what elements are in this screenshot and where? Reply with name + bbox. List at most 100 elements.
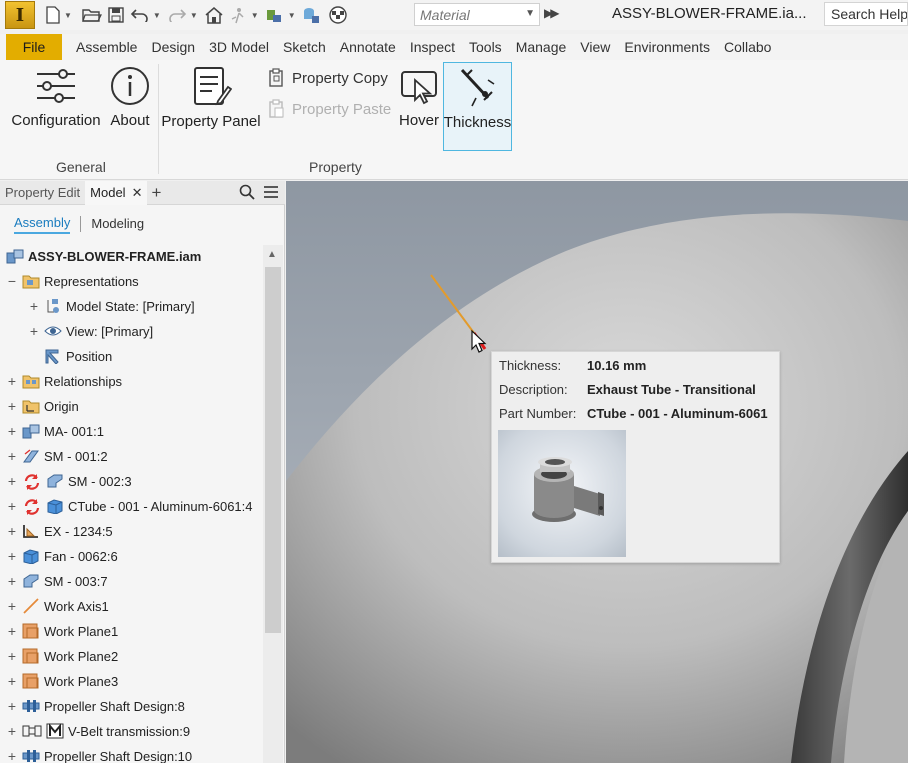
tree-node-label: Work Plane2 <box>44 648 119 664</box>
tree-node-ex-1234[interactable]: + EX - 1234:5 <box>6 519 113 543</box>
tree-node-vbelt-9[interactable]: + V-Belt transmission:9 <box>6 719 190 743</box>
tree-node-work-plane1[interactable]: + Work Plane1 <box>6 619 118 643</box>
search-icon[interactable] <box>239 184 255 200</box>
inventor-app-icon[interactable]: I <box>5 1 35 29</box>
tree-node-position[interactable]: Position <box>44 344 112 368</box>
home-button[interactable] <box>204 3 224 27</box>
tree-node-representations[interactable]: − Representations <box>6 269 139 293</box>
tree-node-label: Origin <box>44 398 79 414</box>
tab-collaborate[interactable]: Collabo <box>717 34 778 60</box>
expand-icon[interactable]: + <box>6 623 18 639</box>
tree-node-propeller-shaft-10[interactable]: + Propeller Shaft Design:10 <box>6 744 192 763</box>
expand-icon[interactable]: + <box>6 423 18 439</box>
expand-icon[interactable]: + <box>6 673 18 689</box>
more-chevron-icon[interactable]: ▶▶ <box>544 6 560 20</box>
tab-design[interactable]: Design <box>144 34 202 60</box>
tree-node-sm-003[interactable]: + SM - 003:7 <box>6 569 108 593</box>
tooltip-thickness-label: Thickness: <box>499 358 562 373</box>
tree-node-label: CTube - 001 - Aluminum-6061:4 <box>68 498 253 514</box>
tree-node-label: View: [Primary] <box>66 323 154 339</box>
appearance-button[interactable] <box>302 3 320 27</box>
tree-node-view[interactable]: + View: [Primary] <box>28 319 153 343</box>
mode-assembly[interactable]: Assembly <box>14 215 71 234</box>
new-file-button[interactable]: ▼ <box>45 3 72 27</box>
tab-file[interactable]: File <box>6 34 62 60</box>
expand-icon[interactable]: + <box>6 548 18 564</box>
property-paste-label: Property Paste <box>292 100 392 118</box>
material-dropdown[interactable]: Material ▼ <box>414 3 540 26</box>
scroll-up-icon[interactable]: ▲ <box>267 249 277 260</box>
tree-node-label: SM - 002:3 <box>68 473 132 489</box>
expand-icon[interactable]: + <box>6 723 18 739</box>
tree-node-work-axis1[interactable]: + Work Axis1 <box>6 594 109 618</box>
expand-icon[interactable]: + <box>6 498 18 514</box>
work-axis-icon <box>22 598 40 614</box>
property-panel-button[interactable]: Property Panel <box>161 65 261 130</box>
tree-node-model-state[interactable]: + Model State: [Primary] <box>28 294 195 318</box>
tree-node-relationships[interactable]: + Relationships <box>6 369 122 393</box>
tab-environments[interactable]: Environments <box>617 34 717 60</box>
tab-3d-model[interactable]: 3D Model <box>202 34 276 60</box>
material-sphere-button[interactable] <box>328 3 348 27</box>
expand-icon[interactable]: + <box>6 748 18 763</box>
refresh-update-icon[interactable] <box>22 473 42 490</box>
tab-view[interactable]: View <box>573 34 617 60</box>
tab-tools[interactable]: Tools <box>462 34 509 60</box>
search-help-input[interactable]: Search Help <box>824 2 908 26</box>
refresh-update-icon[interactable] <box>22 498 42 515</box>
tree-node-fan-0062[interactable]: + Fan - 0062:6 <box>6 544 118 568</box>
about-button[interactable]: About <box>106 66 154 129</box>
expand-icon[interactable]: + <box>6 648 18 664</box>
expand-icon[interactable]: + <box>28 298 40 314</box>
expand-icon[interactable]: + <box>6 523 18 539</box>
property-copy-button[interactable]: Property Copy <box>268 68 388 88</box>
tree-node-ctube-001[interactable]: + CTube - 001 - Aluminum-6061:4 <box>6 494 253 518</box>
save-button[interactable] <box>108 3 124 27</box>
scrollbar-thumb[interactable] <box>265 267 281 633</box>
collapse-icon[interactable]: − <box>6 273 18 289</box>
expand-icon[interactable]: + <box>6 573 18 589</box>
configuration-button[interactable]: Configuration <box>10 66 102 129</box>
hover-label: Hover <box>398 112 439 129</box>
tree-node-propeller-shaft-8[interactable]: + Propeller Shaft Design:8 <box>6 694 185 718</box>
tree-node-root[interactable]: ASSY-BLOWER-FRAME.iam <box>6 244 201 268</box>
expand-icon[interactable]: + <box>6 398 18 414</box>
tree-node-sm-002[interactable]: + SM - 002:3 <box>6 469 132 493</box>
sheet-metal-icon <box>46 473 64 489</box>
expand-icon[interactable]: + <box>6 448 18 464</box>
expand-icon[interactable]: + <box>6 373 18 389</box>
browser-scrollbar[interactable]: ▲ <box>263 245 283 763</box>
expand-icon[interactable]: + <box>28 323 40 339</box>
expand-icon[interactable]: + <box>6 698 18 714</box>
property-paste-button[interactable]: Property Paste <box>268 99 391 119</box>
tab-assemble[interactable]: Assemble <box>69 34 144 60</box>
tab-manage[interactable]: Manage <box>509 34 574 60</box>
expand-icon[interactable]: + <box>6 473 18 489</box>
tab-property-edit[interactable]: Property Edit <box>0 181 85 205</box>
close-icon[interactable]: ✕ <box>132 185 143 200</box>
tab-inspect[interactable]: Inspect <box>403 34 462 60</box>
tree-node-sm-001[interactable]: + SM - 001:2 <box>6 444 108 468</box>
add-tab-icon[interactable]: + <box>151 183 161 203</box>
hamburger-menu-icon[interactable] <box>263 184 279 200</box>
tree-node-work-plane2[interactable]: + Work Plane2 <box>6 644 118 668</box>
about-label: About <box>110 112 150 129</box>
mode-modeling[interactable]: Modeling <box>91 216 144 233</box>
select-filter-button[interactable]: ▼ <box>265 3 296 27</box>
expand-icon[interactable]: + <box>6 598 18 614</box>
tab-model[interactable]: Model ✕ <box>85 180 148 205</box>
undo-button[interactable]: ▼ <box>130 3 161 27</box>
tree-node-work-plane3[interactable]: + Work Plane3 <box>6 669 118 693</box>
frame-member-icon <box>22 523 40 539</box>
hover-button[interactable]: Hover <box>396 66 442 129</box>
return-button[interactable]: ▼ <box>230 3 259 27</box>
redo-button[interactable]: ▼ <box>167 3 198 27</box>
tab-sketch[interactable]: Sketch <box>276 34 333 60</box>
thickness-button[interactable]: Thickness <box>443 62 512 151</box>
tab-annotate[interactable]: Annotate <box>333 34 403 60</box>
group-label-general: General <box>56 159 106 175</box>
property-panel-icon <box>194 67 232 106</box>
open-button[interactable] <box>82 3 102 27</box>
tree-node-origin[interactable]: + Origin <box>6 394 79 418</box>
tree-node-ma-001[interactable]: + MA- 001:1 <box>6 419 104 443</box>
